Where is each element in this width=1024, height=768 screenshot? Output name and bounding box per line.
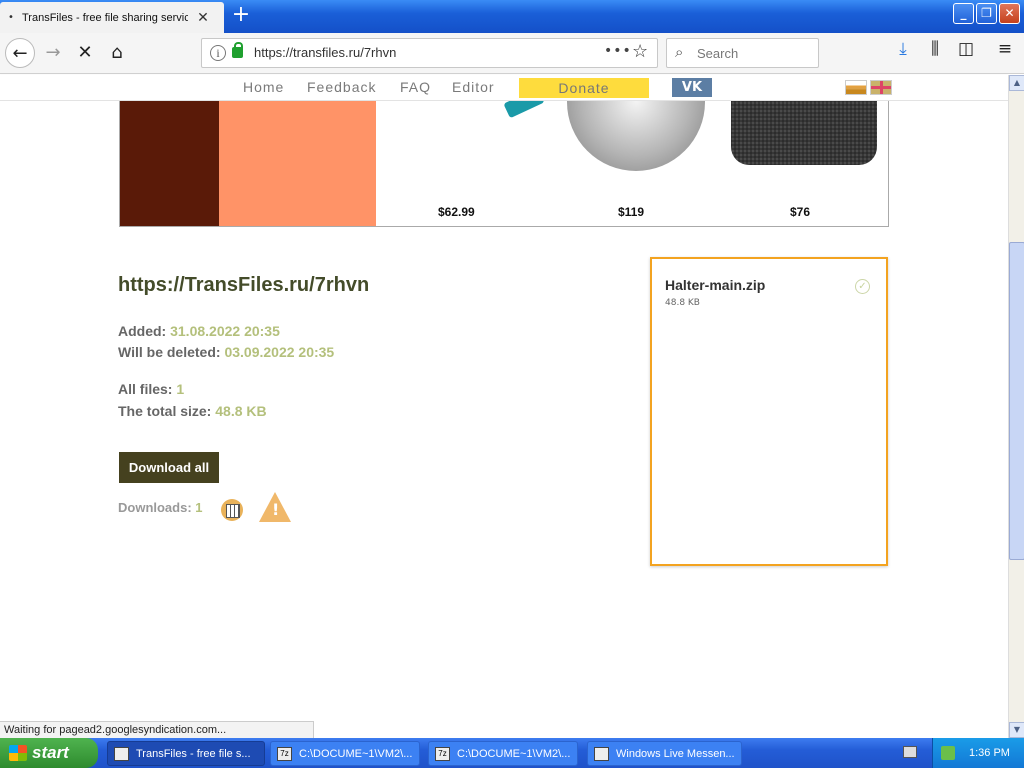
taskbar-item-7zip-2[interactable]: 7z C:\DOCUME~1\VM2\... [428, 741, 578, 766]
check-icon[interactable]: ✓ [855, 279, 870, 294]
task-label: TransFiles - free file s... [136, 748, 251, 760]
tab-loading-icon: • [8, 12, 14, 23]
7zip-icon: 7z [277, 747, 292, 761]
total-size-info: The total size: 48.8 KB [118, 403, 267, 419]
task-label: C:\DOCUME~1\VM2\... [457, 748, 571, 760]
downloads-info: Downloads: 1 [118, 500, 203, 515]
scrollbar-thumb[interactable] [1009, 242, 1024, 560]
file-count-info: All files: 1 [118, 381, 184, 397]
uk-flag-icon[interactable] [870, 80, 892, 95]
bookmark-star-icon[interactable]: ☆ [632, 41, 648, 62]
network-icon[interactable] [941, 746, 955, 760]
taskbar-item-messenger[interactable]: Windows Live Messen... [587, 741, 742, 766]
site-nav: Home Feedback FAQ Editor Donate VK [0, 75, 1008, 101]
deleted-label: Will be deleted: [118, 344, 221, 360]
nav-faq[interactable]: FAQ [400, 79, 431, 95]
start-button[interactable]: start [0, 738, 98, 768]
library-icon[interactable]: ⫼ [922, 39, 948, 59]
file-name[interactable]: Halter-main.zip [665, 277, 765, 293]
total-size-value: 48.8 KB [215, 403, 267, 419]
firefox-icon [114, 747, 129, 761]
search-input[interactable]: ⌕ Search [666, 38, 819, 68]
close-window-icon[interactable]: ✕ [999, 3, 1020, 24]
home-icon[interactable]: ⌂ [102, 38, 132, 68]
ad-price: $76 [790, 205, 811, 219]
share-link-title[interactable]: https://TransFiles.ru/7rhvn [118, 274, 369, 297]
task-label: C:\DOCUME~1\VM2\... [299, 748, 413, 760]
ad-price: $62.99 [438, 205, 475, 219]
nav-feedback[interactable]: Feedback [307, 79, 376, 95]
downloads-value: 1 [195, 500, 203, 515]
ad-product-teal [503, 101, 545, 119]
ad-price: $119 [618, 205, 645, 219]
search-icon: ⌕ [675, 43, 684, 61]
russian-flag-icon[interactable] [845, 80, 867, 95]
clock[interactable]: 1:36 PM [969, 738, 1010, 768]
window-icon [594, 747, 609, 761]
download-all-button[interactable]: Download all [119, 452, 219, 483]
sidebar-icon[interactable]: ◫ [953, 39, 979, 59]
browser-tab[interactable]: • TransFiles - free file sharing servic … [0, 2, 224, 33]
back-arrow-icon[interactable]: ← [5, 38, 35, 68]
ad-product-speaker [731, 101, 877, 165]
downloads-label: Downloads: [118, 500, 192, 515]
address-bar[interactable]: i https://transfiles.ru/7rhvn ••• ☆ [201, 38, 658, 68]
lock-icon [232, 42, 243, 58]
nav-editor[interactable]: Editor [452, 79, 495, 95]
scroll-down-icon[interactable]: ▼ [1009, 722, 1024, 738]
url-text[interactable]: https://transfiles.ru/7rhvn [254, 45, 396, 60]
status-bar: Waiting for pagead2.googlesyndication.co… [0, 721, 314, 738]
file-size: 48.8 KB [665, 298, 700, 308]
screen: • TransFiles - free file sharing servic … [0, 0, 1024, 768]
system-tray: 1:36 PM [932, 738, 1024, 768]
taskbar-item-7zip-1[interactable]: 7z C:\DOCUME~1\VM2\... [270, 741, 420, 766]
new-tab-icon[interactable]: + [229, 4, 253, 28]
qr-code-icon[interactable] [221, 499, 243, 521]
browser-tab-strip: • TransFiles - free file sharing servic … [0, 0, 1024, 33]
ad-color-swatch-peach [219, 101, 376, 226]
taskbar: start TransFiles - free file s... 7z C:\… [0, 738, 1024, 768]
minimize-icon[interactable]: _ [953, 3, 974, 24]
keyboard-icon[interactable] [903, 746, 917, 758]
windows-logo-icon [9, 745, 27, 761]
advertisement-banner[interactable]: $62.99 $119 $76 [119, 101, 889, 227]
added-label: Added: [118, 323, 167, 339]
scroll-up-icon[interactable]: ▲ [1009, 75, 1024, 91]
donate-button[interactable]: Donate [519, 78, 649, 98]
taskbar-item-firefox[interactable]: TransFiles - free file s... [107, 741, 265, 766]
7zip-icon: 7z [435, 747, 450, 761]
stop-loading-icon[interactable]: ✕ [70, 38, 100, 68]
browser-toolbar: ← → ✕ ⌂ i https://transfiles.ru/7rhvn ••… [0, 33, 1024, 74]
close-tab-icon[interactable]: ✕ [188, 10, 218, 26]
forward-arrow-icon[interactable]: → [38, 38, 68, 68]
ad-color-swatch-dark [120, 101, 219, 226]
start-label: start [32, 743, 69, 762]
tab-title: TransFiles - free file sharing servic [22, 11, 188, 24]
restore-icon[interactable]: ❐ [976, 3, 997, 24]
vertical-scrollbar[interactable]: ▲ ▼ [1008, 75, 1024, 738]
ad-product-earbuds [567, 101, 705, 171]
task-label: Windows Live Messen... [616, 748, 735, 760]
page-actions-icon[interactable]: ••• [604, 43, 632, 59]
all-files-value: 1 [176, 381, 185, 397]
total-size-label: The total size: [118, 403, 212, 419]
deletion-info: Will be deleted: 03.09.2022 20:35 [118, 344, 334, 360]
report-warning-icon[interactable]: ! [259, 492, 291, 522]
download-icon[interactable]: ⤓ [890, 39, 916, 59]
added-info: Added: 31.08.2022 20:35 [118, 323, 280, 339]
deleted-value: 03.09.2022 20:35 [224, 344, 335, 360]
window-controls: _ ❐ ✕ [953, 3, 1020, 24]
file-list-panel: Halter-main.zip 48.8 KB ✓ [650, 257, 888, 566]
site-info-icon[interactable]: i [210, 45, 226, 61]
menu-icon[interactable]: ≡ [992, 39, 1018, 59]
nav-home[interactable]: Home [243, 79, 284, 95]
all-files-label: All files: [118, 381, 173, 397]
added-value: 31.08.2022 20:35 [170, 323, 280, 339]
page-content: $62.99 $119 $76 https://TransFiles.ru/7r… [0, 101, 1008, 721]
vk-button[interactable]: VK [672, 78, 712, 97]
search-placeholder: Search [697, 46, 739, 61]
